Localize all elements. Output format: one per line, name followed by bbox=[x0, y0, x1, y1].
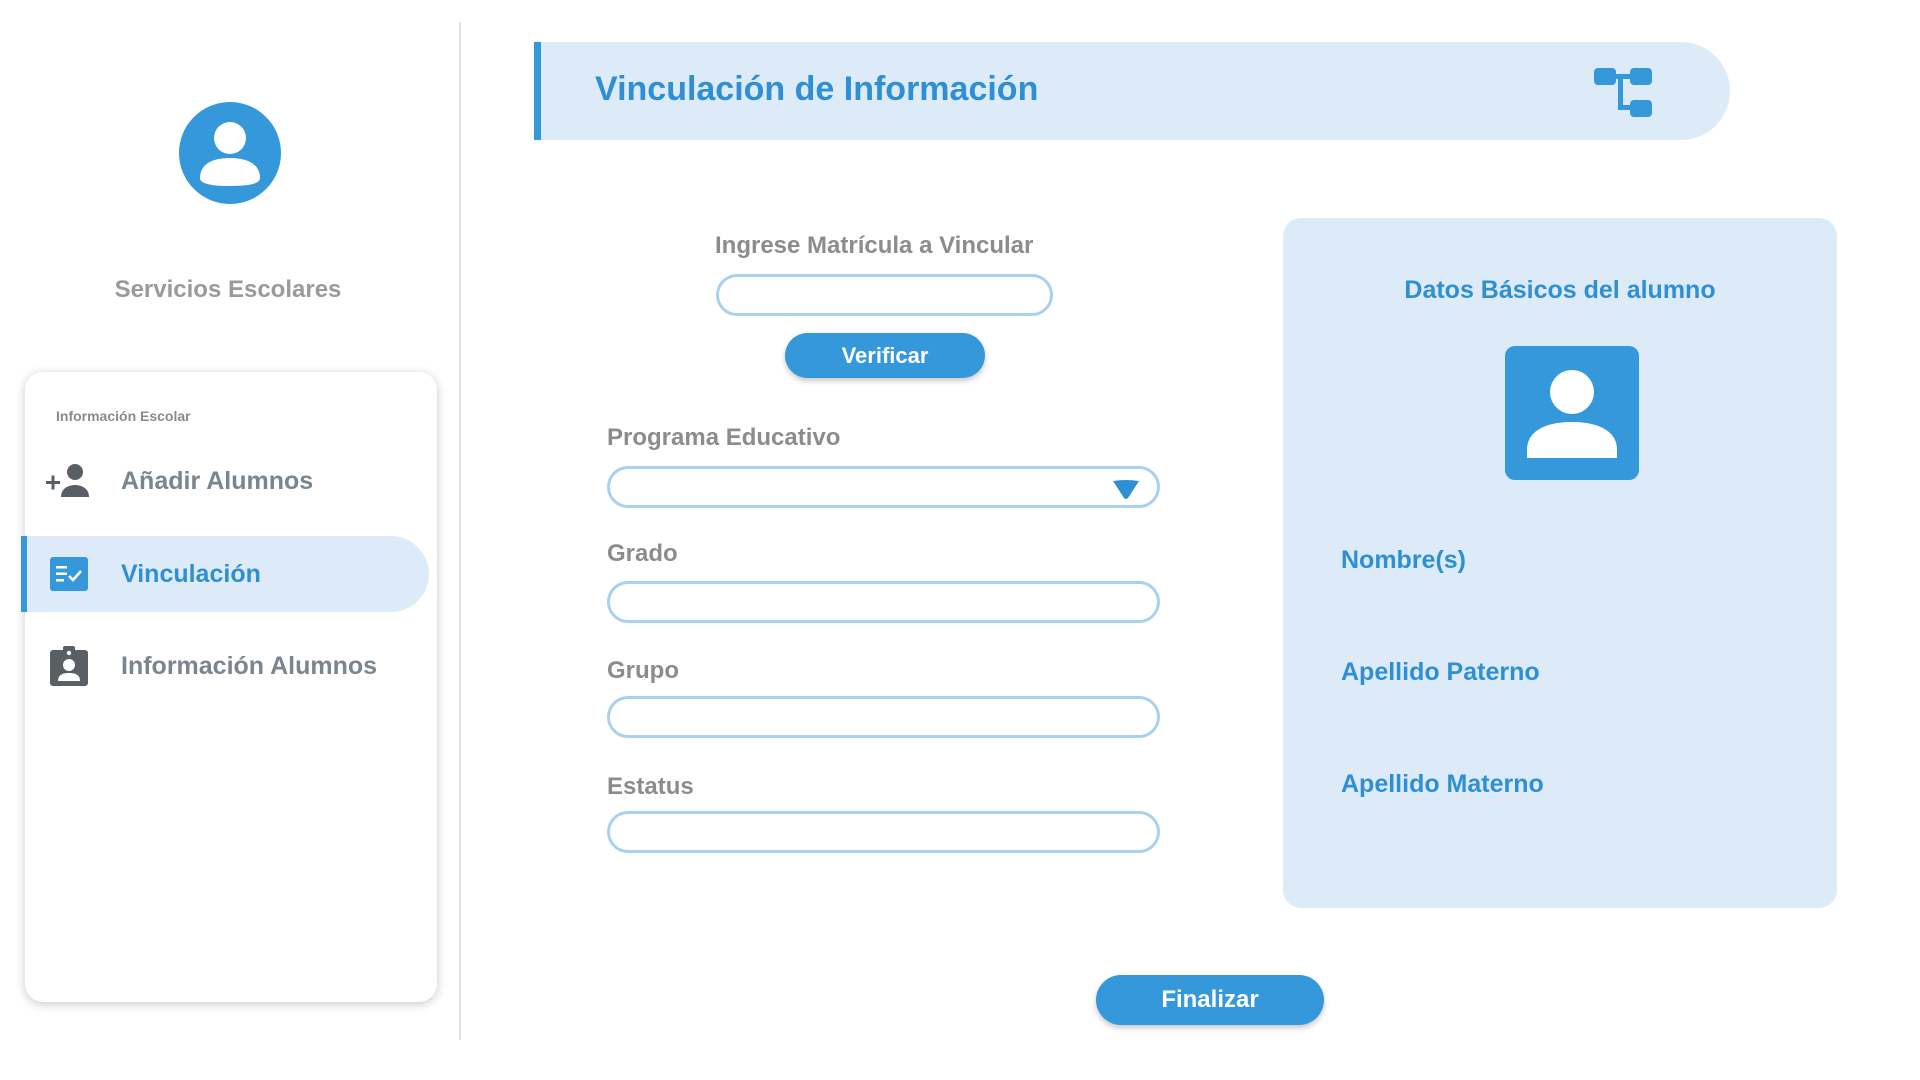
finish-button[interactable]: Finalizar bbox=[1096, 975, 1324, 1025]
grado-label: Grado bbox=[607, 540, 678, 567]
estatus-input[interactable] bbox=[607, 811, 1160, 853]
sidebar-item-vinculacion[interactable]: Vinculación bbox=[21, 536, 429, 612]
hierarchy-icon bbox=[1594, 68, 1652, 117]
sidebar-item-label: Añadir Alumnos bbox=[121, 466, 314, 495]
page-title: Vinculación de Información bbox=[595, 70, 1039, 108]
sidebar-item-label: Información Alumnos bbox=[121, 651, 378, 680]
add-person-icon bbox=[43, 455, 95, 507]
app-name: Servicios Escolares bbox=[114, 276, 342, 303]
programa-select[interactable] bbox=[607, 466, 1160, 508]
checklist-icon bbox=[43, 548, 95, 600]
menu-section-title: Información Escolar bbox=[56, 408, 191, 424]
verify-button[interactable]: Verificar bbox=[785, 333, 985, 378]
user-avatar-icon[interactable] bbox=[179, 102, 281, 204]
apellido-paterno-label: Apellido Paterno bbox=[1341, 658, 1540, 686]
sidebar-menu: Información Escolar Añadir Alumnos Vincu… bbox=[21, 372, 437, 1002]
badge-person-icon bbox=[43, 640, 95, 692]
card-title: Datos Básicos del alumno bbox=[1404, 276, 1716, 304]
sidebar-item-informacion-alumnos[interactable]: Información Alumnos bbox=[21, 628, 433, 704]
nombre-label: Nombre(s) bbox=[1341, 546, 1467, 574]
student-info-card: Datos Básicos del alumno Nombre(s) Apell… bbox=[1283, 218, 1837, 908]
estatus-label: Estatus bbox=[607, 773, 694, 800]
page: Servicios Escolares Información Escolar … bbox=[0, 0, 1920, 1080]
apellido-materno-label: Apellido Materno bbox=[1341, 770, 1544, 798]
sidebar-item-anadir-alumnos[interactable]: Añadir Alumnos bbox=[21, 443, 433, 519]
student-photo-icon bbox=[1505, 346, 1639, 480]
programa-label: Programa Educativo bbox=[607, 424, 841, 451]
grado-input[interactable] bbox=[607, 581, 1160, 623]
grupo-input[interactable] bbox=[607, 696, 1160, 738]
page-header: Vinculación de Información bbox=[534, 42, 1730, 140]
sidebar-divider bbox=[459, 22, 461, 1040]
chevron-down-icon bbox=[1113, 480, 1139, 499]
matricula-input[interactable] bbox=[716, 274, 1053, 316]
matricula-label: Ingrese Matrícula a Vincular bbox=[715, 232, 1034, 259]
grupo-label: Grupo bbox=[607, 657, 679, 684]
sidebar-item-label: Vinculación bbox=[121, 559, 261, 588]
